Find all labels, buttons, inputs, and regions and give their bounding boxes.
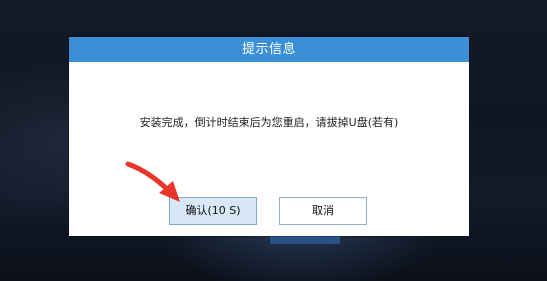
red-arrow-icon [125, 161, 180, 202]
dialog-title: 提示信息 [69, 37, 469, 62]
cancel-button[interactable]: 取消 [279, 197, 367, 225]
dialog-message: 安装完成，倒计时结束后为您重启，请拔掉U盘(若有) [139, 116, 399, 129]
